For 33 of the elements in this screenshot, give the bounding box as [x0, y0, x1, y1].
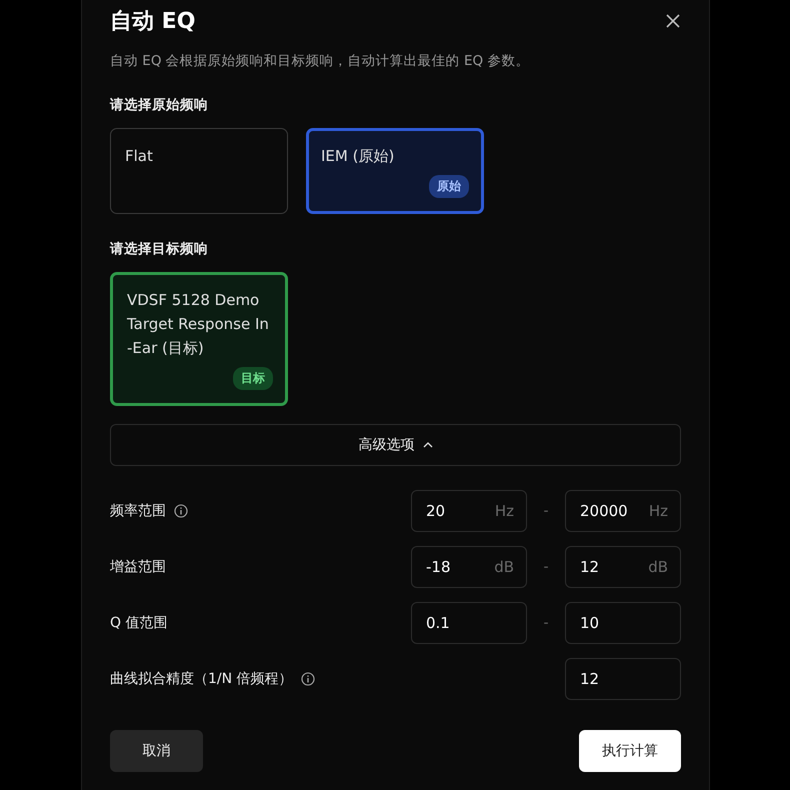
advanced-options-toggle[interactable]: 高级选项 [110, 424, 681, 466]
dialog-description: 自动 EQ 会根据原始频响和目标频响，自动计算出最佳的 EQ 参数。 [110, 52, 530, 70]
option-name: VDSF 5128 Demo Target Response In -Ear (目标) [127, 290, 270, 359]
section-label: 请选择目标频响 [110, 240, 209, 258]
number-input[interactable]: 20 Hz [411, 490, 527, 532]
number-input[interactable]: 20000 Hz [565, 490, 681, 532]
response-option-card[interactable]: VDSF 5128 Demo Target Response In -Ear (目标) 目标 [110, 272, 288, 406]
number-input[interactable]: 0.1 [411, 602, 527, 644]
close-icon[interactable] [665, 13, 681, 29]
range-separator: - [542, 615, 550, 631]
number-input[interactable]: 12 dB [565, 546, 681, 588]
number-input[interactable]: 10 [565, 602, 681, 644]
option-name: Flat [125, 146, 154, 167]
range-separator: - [542, 559, 550, 575]
dialog-title: 自动 EQ [110, 8, 196, 36]
info-icon[interactable] [300, 672, 315, 686]
option-name: IEM (原始) [321, 146, 396, 167]
number-input[interactable]: 12 [565, 658, 681, 700]
response-option-card[interactable]: Flat [110, 128, 288, 214]
parameter-label: 曲线拟合精度（1/N 倍频程） [110, 670, 293, 688]
parameter-label: 频率范围 [110, 502, 166, 520]
parameter-label: Q 值范围 [110, 614, 168, 632]
range-separator: - [542, 503, 550, 519]
response-option-card[interactable]: IEM (原始) 原始 [306, 128, 484, 214]
section-label: 请选择原始频响 [110, 96, 209, 114]
parameter-label: 增益范围 [110, 558, 166, 576]
calculate-button[interactable]: 执行计算 [579, 730, 681, 772]
chevron-icon [422, 442, 432, 448]
option-tag: 原始 [429, 175, 469, 198]
cancel-button[interactable]: 取消 [110, 730, 203, 772]
number-input[interactable]: -18 dB [411, 546, 527, 588]
info-icon[interactable] [174, 504, 188, 518]
option-tag: 目标 [233, 367, 273, 390]
